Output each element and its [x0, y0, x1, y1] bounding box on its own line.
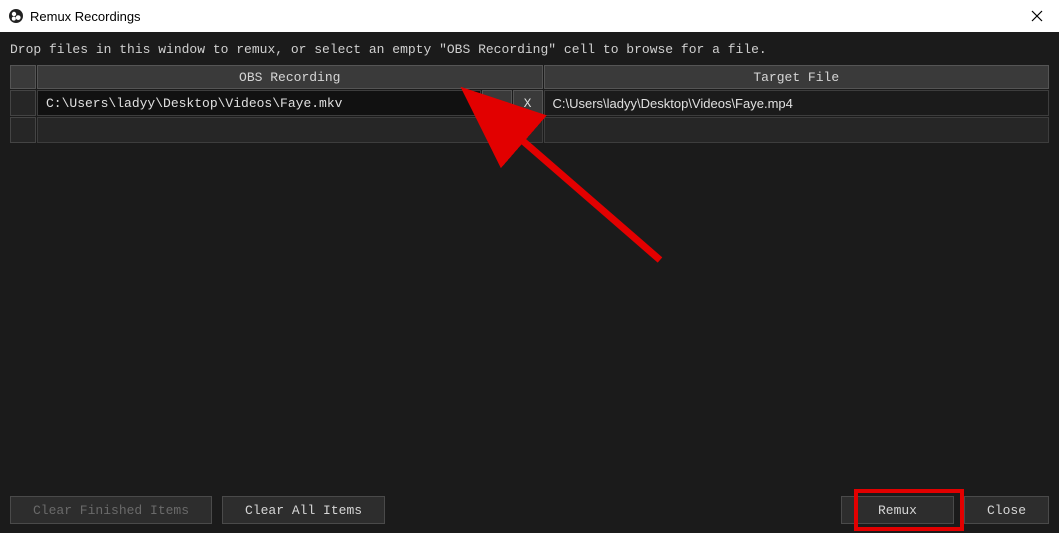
row-checkbox-empty[interactable] — [10, 117, 36, 143]
browse-button[interactable]: ... — [482, 90, 512, 116]
close-button[interactable]: Close — [964, 496, 1049, 524]
source-path-input[interactable]: C:\Users\ladyy\Desktop\Videos\Faye.mkv — [37, 90, 481, 116]
source-cell: C:\Users\ladyy\Desktop\Videos\Faye.mkv .… — [37, 90, 543, 116]
drop-hint: Drop files in this window to remux, or s… — [0, 32, 1059, 65]
file-table: OBS Recording Target File C:\Users\ladyy… — [0, 65, 1059, 487]
target-path-input[interactable]: C:\Users\ladyy\Desktop\Videos\Faye.mp4 — [544, 90, 1050, 116]
source-path-empty[interactable] — [37, 117, 543, 143]
footer: Clear Finished Items Clear All Items Rem… — [0, 487, 1059, 533]
window-title: Remux Recordings — [30, 9, 141, 24]
remove-row-button[interactable]: X — [513, 90, 543, 116]
clear-all-button[interactable]: Clear All Items — [222, 496, 385, 524]
target-path-empty[interactable] — [544, 117, 1050, 143]
app-icon — [8, 8, 24, 24]
header-target: Target File — [544, 65, 1050, 89]
titlebar: Remux Recordings — [0, 0, 1059, 32]
source-cell-empty[interactable] — [37, 117, 543, 143]
close-icon — [1031, 10, 1043, 22]
header-corner — [10, 65, 36, 89]
app-body: Drop files in this window to remux, or s… — [0, 32, 1059, 533]
window-close-button[interactable] — [1014, 0, 1059, 32]
row-checkbox[interactable] — [10, 90, 36, 116]
remux-button[interactable]: Remux — [841, 496, 954, 524]
header-source: OBS Recording — [37, 65, 543, 89]
clear-finished-button: Clear Finished Items — [10, 496, 212, 524]
titlebar-left: Remux Recordings — [8, 8, 141, 24]
